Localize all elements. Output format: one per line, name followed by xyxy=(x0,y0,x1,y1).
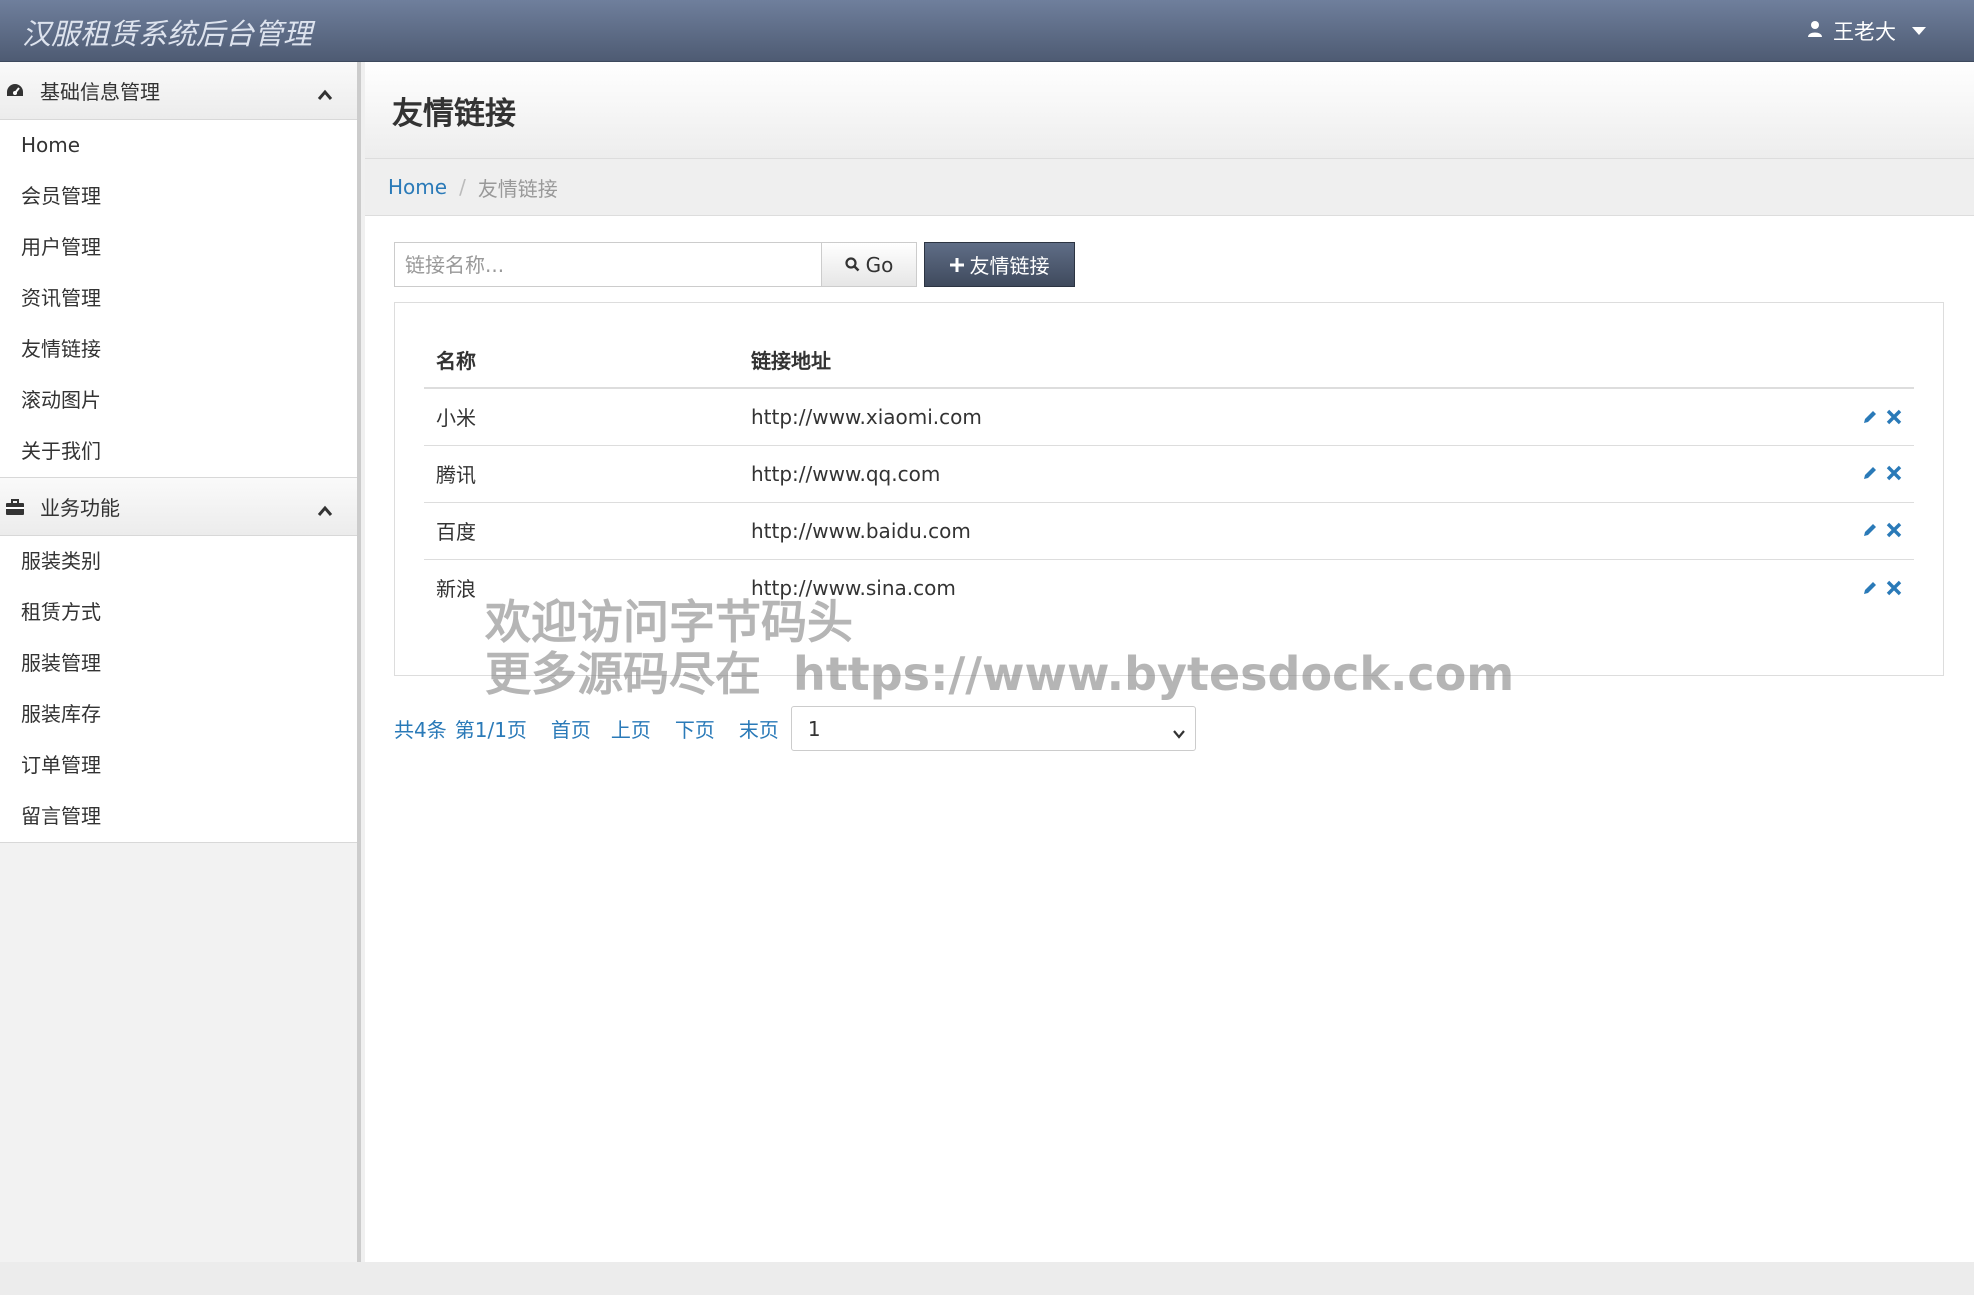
column-header-url: 链接地址 xyxy=(739,332,1834,389)
sidebar-list-basic: Home 会员管理 用户管理 资讯管理 友情链接 滚动图片 关于我们 xyxy=(0,120,357,478)
edit-icon[interactable] xyxy=(1862,577,1878,601)
chevron-down-icon xyxy=(1171,721,1187,745)
add-link-label: 友情链接 xyxy=(969,254,1050,278)
go-button[interactable]: Go xyxy=(821,242,917,287)
dashboard-icon xyxy=(4,80,26,102)
sidebar-item-news[interactable]: 资讯管理 xyxy=(0,273,357,324)
page-select[interactable]: 1 xyxy=(790,706,1196,751)
top-navbar: 汉服租赁系统后台管理 王老大 xyxy=(0,0,1974,62)
delete-icon[interactable] xyxy=(1886,462,1902,486)
sidebar-group-business[interactable]: 业务功能 xyxy=(0,478,357,536)
links-table: 名称 链接地址 小米 http://www.xiaomi.com 腾讯 http… xyxy=(424,332,1914,616)
row-actions xyxy=(1834,559,1914,616)
sidebar-item-about[interactable]: 关于我们 xyxy=(0,426,357,477)
briefcase-icon xyxy=(4,496,26,518)
pager-total: 共4条 xyxy=(394,718,447,742)
breadcrumb-home[interactable]: Home xyxy=(388,175,447,199)
table-header-row: 名称 链接地址 xyxy=(424,332,1914,389)
user-menu[interactable]: 王老大 xyxy=(1807,16,1926,46)
sidebar-item-home[interactable]: Home xyxy=(0,120,357,171)
sidebar-item-members[interactable]: 会员管理 xyxy=(0,171,357,222)
watermark: 欢迎访问字节码头 更多源码尽在 https://www.bytesdock.co… xyxy=(485,596,1514,700)
pager-next-link[interactable]: 下页 xyxy=(675,714,715,743)
breadcrumb: Home / 友情链接 xyxy=(365,159,1974,216)
edit-icon[interactable] xyxy=(1862,406,1878,430)
user-icon xyxy=(1807,19,1823,43)
sidebar-item-users[interactable]: 用户管理 xyxy=(0,222,357,273)
page-title: 友情链接 xyxy=(392,95,516,132)
delete-icon[interactable] xyxy=(1886,406,1902,430)
pager-prev-link[interactable]: 上页 xyxy=(611,714,651,743)
sidebar-item-garments[interactable]: 服装管理 xyxy=(0,638,357,689)
pagination: 共4条 第1/1页 首页 上页 下页 末页 1 xyxy=(394,706,1196,751)
link-url: http://www.baidu.com xyxy=(739,502,1834,560)
caret-down-icon xyxy=(1912,27,1926,35)
app-title: 汉服租赁系统后台管理 xyxy=(22,17,313,51)
sidebar-item-orders[interactable]: 订单管理 xyxy=(0,740,357,791)
link-name: 腾讯 xyxy=(424,445,739,503)
row-actions xyxy=(1834,502,1914,560)
chevron-up-icon xyxy=(317,498,333,522)
table-row: 腾讯 http://www.qq.com xyxy=(424,445,1914,503)
sidebar-group-title: 业务功能 xyxy=(40,496,120,520)
sidebar-item-categories[interactable]: 服装类别 xyxy=(0,536,357,587)
delete-icon[interactable] xyxy=(1886,577,1902,601)
page-header: 友情链接 xyxy=(365,62,1974,159)
search-input[interactable] xyxy=(394,242,821,287)
delete-icon[interactable] xyxy=(1886,519,1902,543)
sidebar-item-links[interactable]: 友情链接 xyxy=(0,324,357,375)
sidebar-list-business: 服装类别 租赁方式 服装管理 服装库存 订单管理 留言管理 xyxy=(0,536,357,843)
pager-first-link[interactable]: 首页 xyxy=(551,714,591,743)
add-link-button[interactable]: 友情链接 xyxy=(924,242,1075,287)
link-url: http://www.xiaomi.com xyxy=(739,388,1834,446)
sidebar-item-messages[interactable]: 留言管理 xyxy=(0,791,357,842)
column-header-name: 名称 xyxy=(424,332,739,389)
link-url: http://www.qq.com xyxy=(739,445,1834,503)
sidebar-item-rental-modes[interactable]: 租赁方式 xyxy=(0,587,357,638)
pager-last-link[interactable]: 末页 xyxy=(739,714,779,743)
pager-page-info: 第1/1页 xyxy=(454,718,527,742)
watermark-line-2: 更多源码尽在 https://www.bytesdock.com xyxy=(485,647,1515,701)
page-select-value: 1 xyxy=(807,716,821,741)
plus-icon xyxy=(949,253,964,277)
breadcrumb-separator: / xyxy=(459,175,466,199)
link-name: 百度 xyxy=(424,502,739,560)
row-actions xyxy=(1834,388,1914,446)
toolbar: Go 友情链接 xyxy=(394,242,1075,287)
chevron-up-icon xyxy=(317,82,333,106)
edit-icon[interactable] xyxy=(1862,519,1878,543)
search-icon xyxy=(845,253,860,277)
row-actions xyxy=(1834,445,1914,503)
sidebar-item-inventory[interactable]: 服装库存 xyxy=(0,689,357,740)
edit-icon[interactable] xyxy=(1862,462,1878,486)
user-name: 王老大 xyxy=(1833,20,1896,44)
go-label: Go xyxy=(865,252,894,277)
link-name: 小米 xyxy=(424,388,739,446)
table-row: 小米 http://www.xiaomi.com xyxy=(424,388,1914,446)
sidebar-group-title: 基础信息管理 xyxy=(40,80,160,104)
table-row: 百度 http://www.baidu.com xyxy=(424,502,1914,560)
footer-strip xyxy=(0,1262,1974,1295)
breadcrumb-current: 友情链接 xyxy=(477,176,558,201)
sidebar-item-carousel[interactable]: 滚动图片 xyxy=(0,375,357,426)
column-header-actions xyxy=(1834,332,1914,389)
sidebar-group-basic[interactable]: 基础信息管理 xyxy=(0,62,357,120)
sidebar: 基础信息管理 Home 会员管理 用户管理 资讯管理 友情链接 滚动图片 关于我… xyxy=(0,62,361,1262)
watermark-line-1: 欢迎访问字节码头 xyxy=(485,595,853,649)
